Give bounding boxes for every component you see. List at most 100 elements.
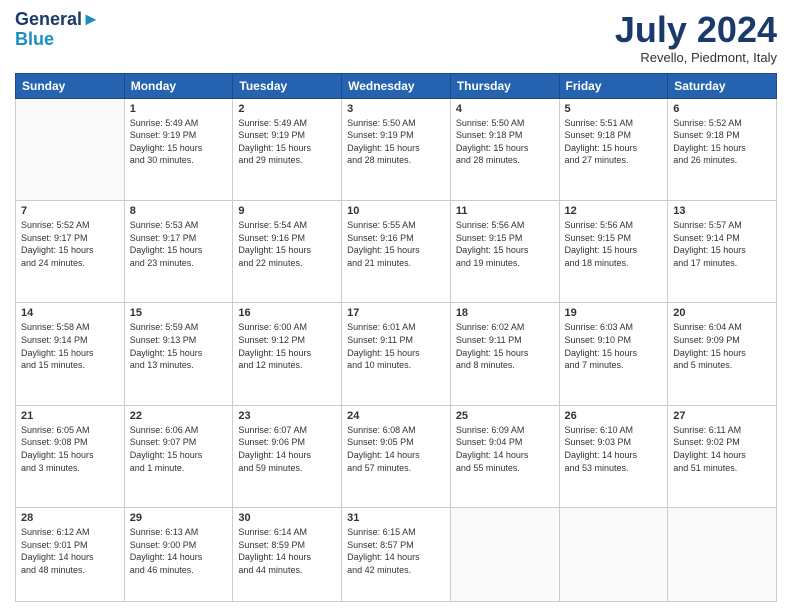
day-info: Sunrise: 5:59 AM Sunset: 9:13 PM Dayligh… <box>130 321 228 371</box>
week-row-1: 7Sunrise: 5:52 AM Sunset: 9:17 PM Daylig… <box>16 201 777 303</box>
day-number: 20 <box>673 307 771 319</box>
day-cell: 15 Sunrise: 5:59 AM Sunset: 9:13 PM Dayli… <box>124 303 233 405</box>
month-title: July 2024 <box>615 10 777 50</box>
week-row-3: 21 Sunrise: 6:05 AM Sunset: 9:08 PM Dayli… <box>16 405 777 507</box>
day-number: 3 <box>347 103 445 115</box>
weekday-header-tuesday: Tuesday <box>233 73 342 98</box>
weekday-header-sunday: Sunday <box>16 73 125 98</box>
day-cell: 24 Sunrise: 6:08 AM Sunset: 9:05 PM Dayli… <box>342 405 451 507</box>
day-number: 2 <box>238 103 336 115</box>
day-cell: 18 Sunrise: 6:02 AM Sunset: 9:11 PM Dayli… <box>450 303 559 405</box>
day-info: Sunrise: 5:53 AM Sunset: 9:17 PM Dayligh… <box>130 219 228 269</box>
day-info: Sunrise: 5:49 AM Sunset: 9:19 PM Dayligh… <box>238 117 336 167</box>
day-info: Sunrise: 6:12 AM Sunset: 9:01 PM Dayligh… <box>21 526 119 576</box>
day-cell <box>450 508 559 602</box>
weekday-header-friday: Friday <box>559 73 668 98</box>
day-cell: 17 Sunrise: 6:01 AM Sunset: 9:11 PM Dayli… <box>342 303 451 405</box>
day-cell <box>559 508 668 602</box>
day-cell: 9 Sunrise: 5:54 AM Sunset: 9:16 PM Daylig… <box>233 201 342 303</box>
day-info: Sunrise: 6:01 AM Sunset: 9:11 PM Dayligh… <box>347 321 445 371</box>
day-number: 12 <box>565 205 663 217</box>
day-cell: 20 Sunrise: 6:04 AM Sunset: 9:09 PM Dayli… <box>668 303 777 405</box>
day-cell: 13Sunrise: 5:57 AM Sunset: 9:14 PM Dayli… <box>668 201 777 303</box>
week-row-0: 1 Sunrise: 5:49 AM Sunset: 9:19 PM Daylig… <box>16 98 777 200</box>
day-number: 22 <box>130 410 228 422</box>
day-info: Sunrise: 6:13 AM Sunset: 9:00 PM Dayligh… <box>130 526 228 576</box>
day-number: 25 <box>456 410 554 422</box>
day-cell: 16 Sunrise: 6:00 AM Sunset: 9:12 PM Dayli… <box>233 303 342 405</box>
day-number: 21 <box>21 410 119 422</box>
day-info: Sunrise: 5:49 AM Sunset: 9:19 PM Dayligh… <box>130 117 228 167</box>
day-info: Sunrise: 5:55 AM Sunset: 9:16 PM Dayligh… <box>347 219 445 269</box>
day-cell: 14Sunrise: 5:58 AM Sunset: 9:14 PM Dayli… <box>16 303 125 405</box>
day-number: 31 <box>347 512 445 524</box>
day-number: 18 <box>456 307 554 319</box>
day-number: 27 <box>673 410 771 422</box>
day-info: Sunrise: 6:09 AM Sunset: 9:04 PM Dayligh… <box>456 424 554 474</box>
day-number: 1 <box>130 103 228 115</box>
day-cell <box>16 98 125 200</box>
weekday-header-row: SundayMondayTuesdayWednesdayThursdayFrid… <box>16 73 777 98</box>
day-info: Sunrise: 6:15 AM Sunset: 8:57 PM Dayligh… <box>347 526 445 576</box>
weekday-header-saturday: Saturday <box>668 73 777 98</box>
day-info: Sunrise: 5:51 AM Sunset: 9:18 PM Dayligh… <box>565 117 663 167</box>
day-number: 9 <box>238 205 336 217</box>
day-info: Sunrise: 6:04 AM Sunset: 9:09 PM Dayligh… <box>673 321 771 371</box>
weekday-header-thursday: Thursday <box>450 73 559 98</box>
header: General►Blue July 2024 Revello, Piedmont… <box>15 10 777 65</box>
weekday-header-wednesday: Wednesday <box>342 73 451 98</box>
day-info: Sunrise: 5:56 AM Sunset: 9:15 PM Dayligh… <box>565 219 663 269</box>
day-number: 19 <box>565 307 663 319</box>
day-info: Sunrise: 6:00 AM Sunset: 9:12 PM Dayligh… <box>238 321 336 371</box>
day-number: 11 <box>456 205 554 217</box>
day-info: Sunrise: 5:50 AM Sunset: 9:18 PM Dayligh… <box>456 117 554 167</box>
day-info: Sunrise: 5:54 AM Sunset: 9:16 PM Dayligh… <box>238 219 336 269</box>
day-number: 15 <box>130 307 228 319</box>
day-cell: 19 Sunrise: 6:03 AM Sunset: 9:10 PM Dayli… <box>559 303 668 405</box>
day-number: 8 <box>130 205 228 217</box>
day-info: Sunrise: 6:10 AM Sunset: 9:03 PM Dayligh… <box>565 424 663 474</box>
day-cell: 21 Sunrise: 6:05 AM Sunset: 9:08 PM Dayli… <box>16 405 125 507</box>
day-info: Sunrise: 6:14 AM Sunset: 8:59 PM Dayligh… <box>238 526 336 576</box>
day-info: Sunrise: 5:52 AM Sunset: 9:17 PM Dayligh… <box>21 219 119 269</box>
day-number: 23 <box>238 410 336 422</box>
day-number: 16 <box>238 307 336 319</box>
day-cell: 23Sunrise: 6:07 AM Sunset: 9:06 PM Dayli… <box>233 405 342 507</box>
day-cell: 8 Sunrise: 5:53 AM Sunset: 9:17 PM Daylig… <box>124 201 233 303</box>
day-cell: 28 Sunrise: 6:12 AM Sunset: 9:01 PM Dayli… <box>16 508 125 602</box>
day-info: Sunrise: 6:06 AM Sunset: 9:07 PM Dayligh… <box>130 424 228 474</box>
page: General►Blue July 2024 Revello, Piedmont… <box>0 0 792 612</box>
day-number: 5 <box>565 103 663 115</box>
day-info: Sunrise: 5:50 AM Sunset: 9:19 PM Dayligh… <box>347 117 445 167</box>
logo-blue-text: ► <box>82 9 100 29</box>
day-cell: 11 Sunrise: 5:56 AM Sunset: 9:15 PM Dayli… <box>450 201 559 303</box>
day-number: 10 <box>347 205 445 217</box>
day-cell: 26 Sunrise: 6:10 AM Sunset: 9:03 PM Dayli… <box>559 405 668 507</box>
day-info: Sunrise: 6:02 AM Sunset: 9:11 PM Dayligh… <box>456 321 554 371</box>
day-info: Sunrise: 6:05 AM Sunset: 9:08 PM Dayligh… <box>21 424 119 474</box>
day-cell: 25 Sunrise: 6:09 AM Sunset: 9:04 PM Dayli… <box>450 405 559 507</box>
day-cell: 2 Sunrise: 5:49 AM Sunset: 9:19 PM Daylig… <box>233 98 342 200</box>
day-cell: 12 Sunrise: 5:56 AM Sunset: 9:15 PM Dayli… <box>559 201 668 303</box>
title-section: July 2024 Revello, Piedmont, Italy <box>615 10 777 65</box>
day-number: 28 <box>21 512 119 524</box>
day-info: Sunrise: 5:56 AM Sunset: 9:15 PM Dayligh… <box>456 219 554 269</box>
day-cell: 7Sunrise: 5:52 AM Sunset: 9:17 PM Daylig… <box>16 201 125 303</box>
day-cell: 5 Sunrise: 5:51 AM Sunset: 9:18 PM Daylig… <box>559 98 668 200</box>
week-row-4: 28 Sunrise: 6:12 AM Sunset: 9:01 PM Dayli… <box>16 508 777 602</box>
logo-blue-word: Blue <box>15 29 54 49</box>
day-number: 29 <box>130 512 228 524</box>
day-cell: 4Sunrise: 5:50 AM Sunset: 9:18 PM Daylig… <box>450 98 559 200</box>
day-cell <box>668 508 777 602</box>
day-number: 26 <box>565 410 663 422</box>
day-info: Sunrise: 6:08 AM Sunset: 9:05 PM Dayligh… <box>347 424 445 474</box>
day-cell: 10 Sunrise: 5:55 AM Sunset: 9:16 PM Dayli… <box>342 201 451 303</box>
week-row-2: 14Sunrise: 5:58 AM Sunset: 9:14 PM Dayli… <box>16 303 777 405</box>
calendar-table: SundayMondayTuesdayWednesdayThursdayFrid… <box>15 73 777 602</box>
day-number: 24 <box>347 410 445 422</box>
day-info: Sunrise: 6:03 AM Sunset: 9:10 PM Dayligh… <box>565 321 663 371</box>
day-number: 6 <box>673 103 771 115</box>
day-number: 17 <box>347 307 445 319</box>
weekday-header-monday: Monday <box>124 73 233 98</box>
day-cell: 22 Sunrise: 6:06 AM Sunset: 9:07 PM Dayli… <box>124 405 233 507</box>
